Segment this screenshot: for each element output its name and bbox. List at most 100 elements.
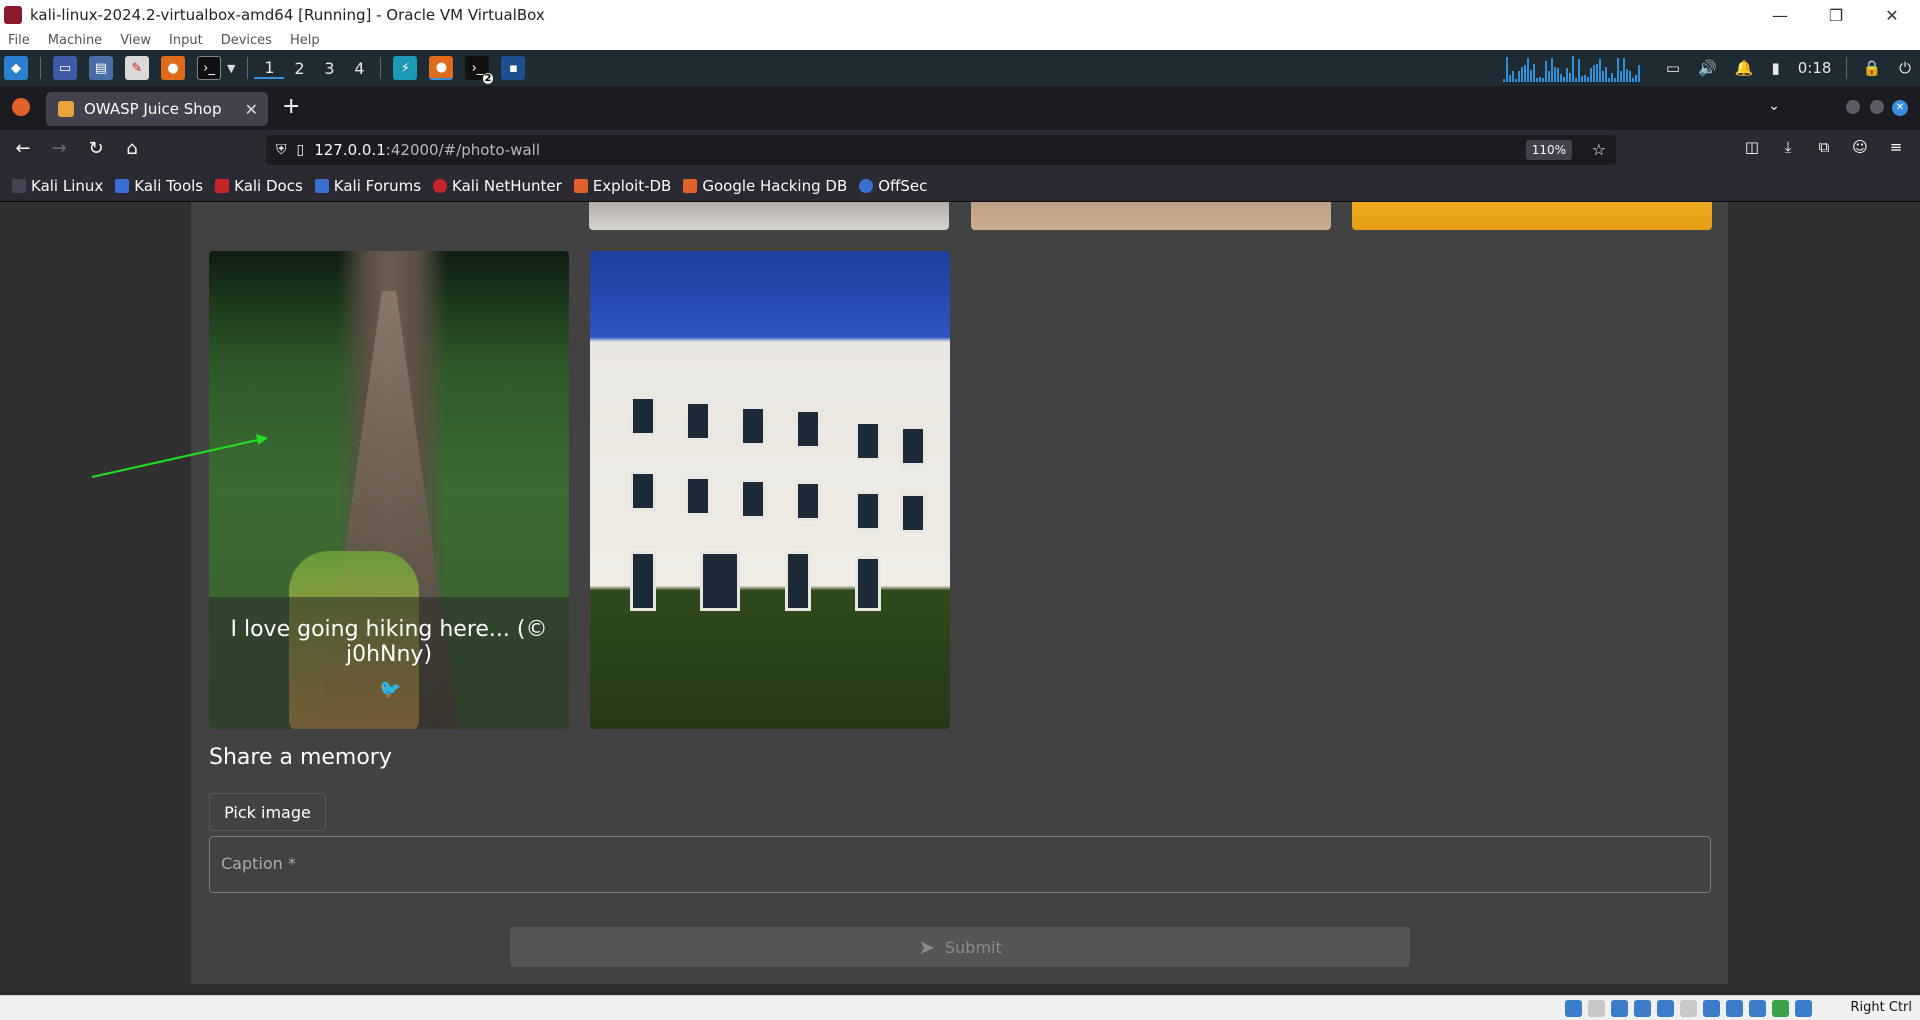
recording-icon[interactable] <box>1726 1000 1743 1017</box>
menu-devices[interactable]: Devices <box>221 33 272 48</box>
audio-bar <box>1511 70 1514 82</box>
firefox-view-icon[interactable] <box>12 98 30 116</box>
keyboard-icon[interactable] <box>1795 1000 1812 1017</box>
submit-button[interactable]: ➤ Submit <box>510 927 1410 967</box>
shield-icon[interactable]: ⛨ <box>276 142 287 158</box>
bookmark-kali-docs[interactable]: Kali Docs <box>215 177 303 195</box>
offsec-icon <box>859 178 874 193</box>
menu-help[interactable]: Help <box>290 33 320 48</box>
tab-owasp-juice-shop[interactable]: OWASP Juice Shop ✕ <box>46 92 268 126</box>
desktop-icon[interactable]: ▭ <box>53 56 77 80</box>
menu-machine[interactable]: Machine <box>48 33 102 48</box>
building-window <box>685 401 711 441</box>
photo-tile[interactable] <box>1352 202 1712 230</box>
menu-view[interactable]: View <box>120 33 151 48</box>
close-window-button[interactable]: ✕ <box>1864 0 1920 30</box>
battery-icon[interactable]: ▮ <box>1771 59 1779 77</box>
bookmark-star-icon[interactable]: ☆ <box>1592 140 1606 159</box>
bookmark-google-hacking-db[interactable]: Google Hacking DB <box>683 177 847 195</box>
power-icon[interactable]: ⏻ <box>1899 59 1911 77</box>
bookmark-label: Exploit-DB <box>592 176 672 195</box>
zoom-level-badge[interactable]: 110% <box>1525 140 1572 160</box>
app-task-icon[interactable]: ⚡ <box>393 56 418 80</box>
bookmark-kali-tools[interactable]: Kali Tools <box>115 177 203 195</box>
firefox-task-icon[interactable]: ● <box>429 56 454 80</box>
display-status-icon[interactable] <box>1703 1000 1720 1017</box>
url-bar[interactable]: ⛨ ▯ 127.0.0.1:42000/#/photo-wall 110% ☆ <box>266 135 1616 165</box>
caption-input[interactable]: Caption * <box>209 836 1711 893</box>
page-viewport[interactable]: I love going hiking here... (© j0hNny) 🐦… <box>0 202 1920 992</box>
virtualbox-logo-icon <box>4 6 22 24</box>
photo-tile-building[interactable] <box>590 251 950 729</box>
task-icon[interactable]: ▪ <box>501 56 526 80</box>
terminal-launcher-icon[interactable]: ›_ <box>197 56 221 80</box>
pocket-icon[interactable]: ◫ <box>1740 138 1764 156</box>
maximize-browser-icon[interactable] <box>1870 100 1884 114</box>
cpu-icon[interactable] <box>1749 1000 1766 1017</box>
firefox-launcher-icon[interactable]: ● <box>161 56 185 80</box>
close-tab-icon[interactable]: ✕ <box>245 100 258 119</box>
kali-menu-icon[interactable]: ◆ <box>4 56 28 80</box>
forward-arrow-icon[interactable]: → <box>47 138 71 159</box>
audio-bar <box>1625 68 1628 82</box>
audio-bar <box>1568 73 1571 82</box>
nethunter-icon <box>433 178 448 193</box>
account-avatar-icon[interactable]: ☺ <box>1848 138 1872 156</box>
restore-button[interactable]: ❐ <box>1808 0 1864 30</box>
bookmark-offsec[interactable]: OffSec <box>859 177 927 195</box>
hamburger-menu-icon[interactable]: ≡ <box>1884 138 1908 156</box>
audio-bar <box>1601 70 1604 82</box>
twitter-bird-icon[interactable]: 🐦 <box>379 679 401 700</box>
usb-icon[interactable] <box>1657 1000 1674 1017</box>
bookmark-exploit-db[interactable]: Exploit-DB <box>573 176 672 195</box>
home-icon[interactable]: ⌂ <box>120 138 144 159</box>
pick-image-button[interactable]: Pick image <box>209 793 326 831</box>
minimize-browser-icon[interactable] <box>1846 100 1860 114</box>
audio-bar <box>1517 71 1520 82</box>
building-window <box>900 426 926 466</box>
menu-input[interactable]: Input <box>169 33 203 48</box>
menu-file[interactable]: File <box>8 33 30 48</box>
optical-drive-icon[interactable] <box>1588 1000 1605 1017</box>
network-icon[interactable] <box>1634 1000 1651 1017</box>
send-icon: ➤ <box>918 935 935 959</box>
hard-disk-icon[interactable] <box>1565 1000 1582 1017</box>
audio-bar <box>1580 76 1583 82</box>
browser-tab-bar: OWASP Juice Shop ✕ + ⌄ ✕ <box>0 86 1920 130</box>
url-path: :42000/#/photo-wall <box>385 141 540 159</box>
display-icon[interactable]: ▭ <box>1666 59 1680 77</box>
file-manager-icon[interactable]: ▤ <box>89 56 113 80</box>
photo-tile[interactable] <box>589 202 949 230</box>
close-browser-icon[interactable]: ✕ <box>1892 100 1908 116</box>
downloads-icon[interactable]: ⤓ <box>1776 138 1800 156</box>
workspace-2[interactable]: 2 <box>284 59 314 78</box>
audio-bar <box>1628 70 1631 82</box>
workspace-4[interactable]: 4 <box>344 59 374 78</box>
audio-icon[interactable] <box>1611 1000 1628 1017</box>
bookmark-kali-forums[interactable]: Kali Forums <box>314 177 421 195</box>
new-tab-button[interactable]: + <box>282 94 300 119</box>
chevron-down-icon[interactable]: ▼ <box>227 62 235 75</box>
extensions-icon[interactable]: ⧉ <box>1812 138 1836 156</box>
mouse-integration-icon[interactable] <box>1772 1000 1789 1017</box>
audio-bar <box>1595 63 1598 82</box>
back-arrow-icon[interactable]: ← <box>11 138 35 159</box>
terminal-task-icon[interactable]: ›_ 2 <box>465 56 494 84</box>
reload-icon[interactable]: ↻ <box>84 138 108 159</box>
minimize-button[interactable]: — <box>1752 0 1808 30</box>
notification-bell-icon[interactable]: 🔔 <box>1735 59 1754 77</box>
bookmark-kali-linux[interactable]: Kali Linux <box>12 177 103 195</box>
building-window <box>855 421 881 461</box>
shared-folders-icon[interactable] <box>1680 1000 1697 1017</box>
workspace-1[interactable]: 1 <box>254 58 285 79</box>
clock[interactable]: 0:18 <box>1798 59 1832 77</box>
lock-icon[interactable]: 🔒 <box>1862 59 1881 77</box>
text-editor-icon[interactable]: ✎ <box>125 56 149 80</box>
bookmark-kali-nethunter[interactable]: Kali NetHunter <box>433 177 562 195</box>
audio-bar <box>1559 74 1562 82</box>
photo-tile-hiking[interactable]: I love going hiking here... (© j0hNny) 🐦 <box>209 251 569 729</box>
photo-tile[interactable] <box>971 202 1331 230</box>
volume-icon[interactable]: 🔊 <box>1698 59 1717 77</box>
workspace-3[interactable]: 3 <box>314 59 344 78</box>
list-all-tabs-chevron-icon[interactable]: ⌄ <box>1768 98 1780 114</box>
